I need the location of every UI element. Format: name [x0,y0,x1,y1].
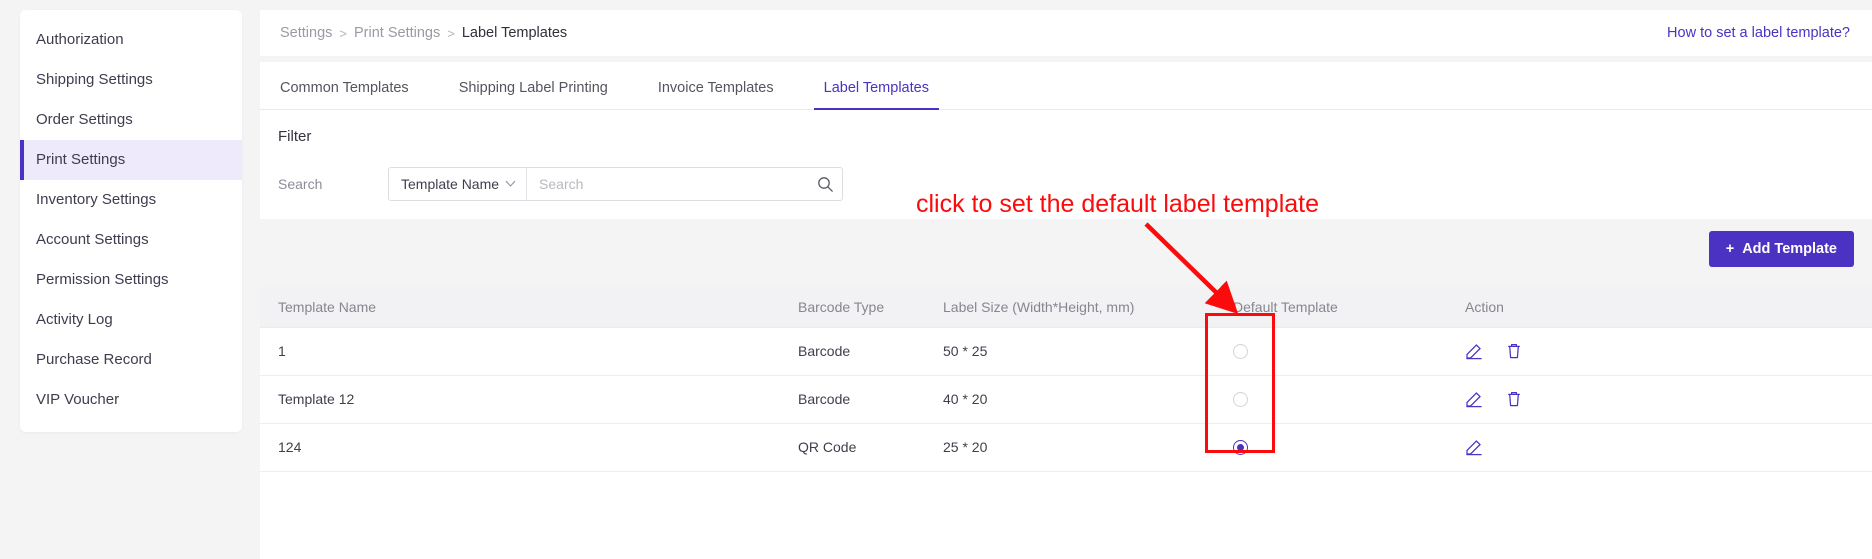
column-header-barcode-type: Barcode Type [780,287,925,328]
label-templates-table: Template Name Barcode Type Label Size (W… [260,287,1872,472]
edit-icon[interactable] [1465,438,1483,456]
tab-label: Label Templates [823,80,929,96]
sidebar-item-label: Permission Settings [36,271,169,288]
sidebar-item-authorization[interactable]: Authorization [20,20,242,60]
column-header-default-template: Default Template [1215,287,1447,328]
cell-barcode-type: Barcode [780,327,925,376]
sidebar-item-label: Inventory Settings [36,191,157,208]
column-header-action: Action [1447,287,1872,328]
sidebar-card: Authorization Shipping Settings Order Se… [20,10,242,432]
edit-icon[interactable] [1465,342,1483,360]
cell-label-size: 40 * 20 [925,375,1215,424]
filter-title: Filter [278,128,312,145]
breadcrumb-item-settings[interactable]: Settings [280,25,332,41]
tab-label: Shipping Label Printing [458,80,608,96]
cell-label-size: 25 * 20 [925,423,1215,472]
cell-template-name: Template 12 [260,375,780,424]
table-row: 1 Barcode 50 * 25 [260,327,1872,376]
cell-action [1447,375,1872,424]
table-header-row: Template Name Barcode Type Label Size (W… [260,287,1872,328]
sidebar-item-label: Account Settings [36,231,149,248]
filter-row-search: Search Template Name [278,167,1852,201]
default-template-radio[interactable] [1233,344,1248,360]
table-row: Template 12 Barcode 40 * 20 [260,375,1872,424]
search-group: Template Name [388,167,843,201]
search-input[interactable] [539,176,804,192]
edit-icon[interactable] [1465,390,1483,408]
app-root: Authorization Shipping Settings Order Se… [0,0,1872,559]
search-label: Search [278,176,323,192]
tab-bar: Common Templates Shipping Label Printing… [260,62,1872,110]
sidebar-item-permission-settings[interactable]: Permission Settings [20,260,242,300]
sidebar-item-vip-voucher[interactable]: VIP Voucher [20,380,242,420]
chevron-down-icon [505,179,516,190]
breadcrumb-separator: > [447,25,455,41]
cell-default-template [1215,423,1447,472]
cell-action [1447,327,1872,376]
column-header-label-size: Label Size (Width*Height, mm) [925,287,1215,328]
table-body: 1 Barcode 50 * 25 Template 12 Barcode 40… [260,327,1872,472]
cell-default-template [1215,327,1447,376]
filter-section: Filter Search Template Name [260,110,1872,201]
delete-icon[interactable] [1505,390,1523,408]
add-template-button[interactable]: + Add Template [1708,231,1854,267]
sidebar-item-inventory-settings[interactable]: Inventory Settings [20,180,242,220]
search-icon[interactable] [808,168,842,200]
tab-shipping-label-printing[interactable]: Shipping Label Printing [457,80,610,109]
sidebar-item-label: Activity Log [36,311,113,328]
sidebar: Authorization Shipping Settings Order Se… [0,0,260,559]
main-content: Settings > Print Settings > Label Templa… [260,0,1872,559]
cell-template-name: 124 [260,423,780,472]
sidebar-item-order-settings[interactable]: Order Settings [20,100,242,140]
tab-label: Invoice Templates [657,80,774,96]
breadcrumb-bar: Settings > Print Settings > Label Templa… [260,10,1872,56]
search-field-select-value: Template Name [401,176,500,192]
default-template-radio[interactable] [1233,392,1248,408]
sidebar-item-purchase-record[interactable]: Purchase Record [20,340,242,380]
breadcrumb-separator: > [339,25,347,41]
sidebar-item-label: Purchase Record [36,351,152,368]
sidebar-item-label: VIP Voucher [36,391,120,408]
tab-label-templates[interactable]: Label Templates [813,80,940,110]
tab-label: Common Templates [280,80,409,96]
column-header-template-name: Template Name [260,287,780,328]
breadcrumb-item-label-templates: Label Templates [461,25,568,41]
table-head: Template Name Barcode Type Label Size (W… [260,287,1872,328]
tab-common-templates[interactable]: Common Templates [278,80,411,109]
breadcrumb-item-print-settings[interactable]: Print Settings [354,25,440,41]
plus-icon: + [1725,241,1735,257]
cell-action [1447,423,1872,472]
sidebar-item-print-settings[interactable]: Print Settings [20,140,242,180]
toolbar-strip: + Add Template [260,219,1872,287]
default-template-radio[interactable] [1233,440,1248,456]
sidebar-item-account-settings[interactable]: Account Settings [20,220,242,260]
sidebar-item-shipping-settings[interactable]: Shipping Settings [20,60,242,100]
cell-label-size: 50 * 25 [925,327,1215,376]
tab-invoice-templates[interactable]: Invoice Templates [656,80,776,109]
sidebar-item-label: Print Settings [36,151,126,168]
sidebar-item-label: Authorization [36,31,124,48]
cell-barcode-type: QR Code [780,423,925,472]
how-to-set-label-template-link[interactable]: How to set a label template? [1667,25,1850,41]
delete-icon[interactable] [1505,342,1523,360]
add-template-label: Add Template [1742,241,1837,257]
cell-default-template [1215,375,1447,424]
search-field-select[interactable]: Template Name [389,168,528,200]
toolbar: + Add Template [1708,231,1854,267]
cell-template-name: 1 [260,327,780,376]
sidebar-item-activity-log[interactable]: Activity Log [20,300,242,340]
cell-barcode-type: Barcode [780,375,925,424]
content-card: Common Templates Shipping Label Printing… [260,62,1872,559]
sidebar-item-label: Order Settings [36,111,133,128]
breadcrumb: Settings > Print Settings > Label Templa… [280,25,567,41]
search-input-wrap [527,168,808,200]
table-row: 124 QR Code 25 * 20 [260,423,1872,472]
sidebar-item-label: Shipping Settings [36,71,153,88]
